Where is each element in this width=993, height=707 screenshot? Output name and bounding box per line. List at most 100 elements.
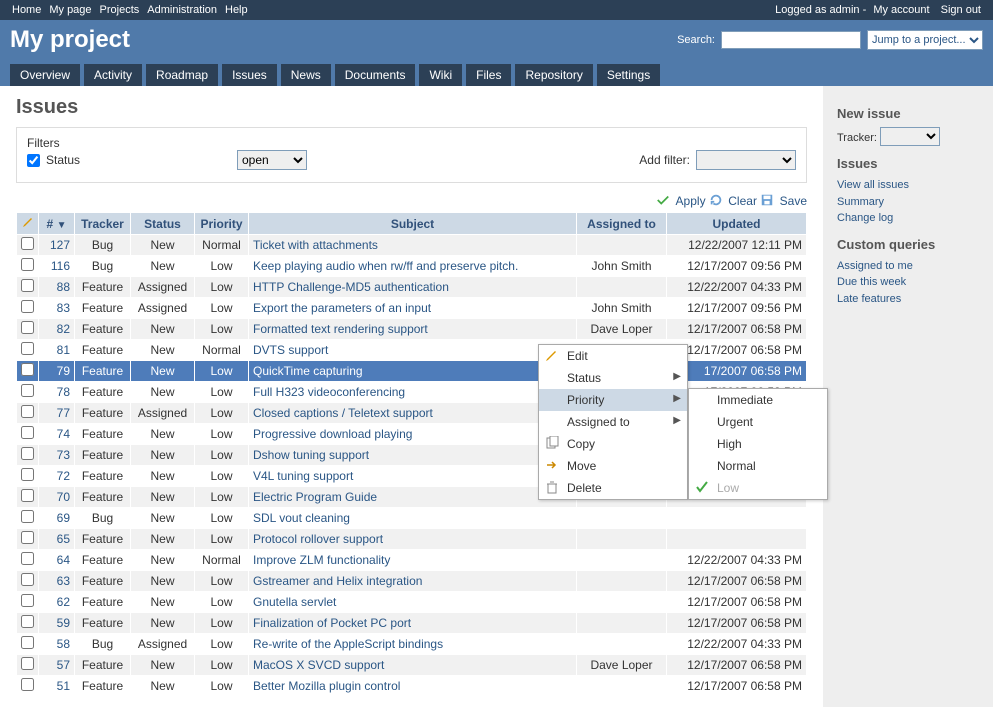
table-row[interactable]: 79FeatureNewLowQuickTime capturing17/200… bbox=[17, 361, 807, 382]
row-checkbox[interactable] bbox=[21, 615, 34, 628]
tab-files[interactable]: Files bbox=[466, 64, 511, 86]
ctx-edit[interactable]: Edit bbox=[539, 345, 687, 367]
issue-id-link[interactable]: 77 bbox=[57, 406, 70, 420]
ctx-move[interactable]: Move bbox=[539, 455, 687, 477]
ctx-priority[interactable]: Priority▶ bbox=[539, 389, 687, 411]
issue-id-link[interactable]: 88 bbox=[57, 280, 70, 294]
issue-subject-link[interactable]: HTTP Challenge-MD5 authentication bbox=[253, 280, 449, 294]
issue-id-link[interactable]: 51 bbox=[57, 679, 70, 693]
row-checkbox[interactable] bbox=[21, 573, 34, 586]
table-row[interactable]: 82FeatureNewLowFormatted text rendering … bbox=[17, 319, 807, 340]
row-checkbox[interactable] bbox=[21, 384, 34, 397]
table-row[interactable]: 81FeatureNewNormalDVTS support12/17/2007… bbox=[17, 340, 807, 361]
table-row[interactable]: 127BugNewNormalTicket with attachments12… bbox=[17, 235, 807, 256]
priority-option-urgent[interactable]: Urgent bbox=[689, 411, 827, 433]
ctx-status[interactable]: Status▶ bbox=[539, 367, 687, 389]
issue-subject-link[interactable]: Closed captions / Teletext support bbox=[253, 406, 433, 420]
row-checkbox[interactable] bbox=[21, 594, 34, 607]
top-nav-help[interactable]: Help bbox=[221, 4, 252, 16]
apply-link[interactable]: Apply bbox=[676, 194, 706, 208]
row-checkbox[interactable] bbox=[21, 489, 34, 502]
row-checkbox[interactable] bbox=[21, 636, 34, 649]
table-row[interactable]: 64FeatureNewNormalImprove ZLM functional… bbox=[17, 550, 807, 571]
issue-subject-link[interactable]: Re-write of the AppleScript bindings bbox=[253, 637, 443, 651]
col-tracker[interactable]: Tracker bbox=[75, 213, 131, 235]
issue-id-link[interactable]: 65 bbox=[57, 532, 70, 546]
issue-subject-link[interactable]: Formatted text rendering support bbox=[253, 322, 428, 336]
issue-subject-link[interactable]: Better Mozilla plugin control bbox=[253, 679, 400, 693]
issue-subject-link[interactable]: Finalization of Pocket PC port bbox=[253, 616, 411, 630]
ctx-delete[interactable]: Delete bbox=[539, 477, 687, 499]
issue-subject-link[interactable]: Improve ZLM functionality bbox=[253, 553, 390, 567]
table-row[interactable]: 69BugNewLowSDL vout cleaning bbox=[17, 508, 807, 529]
table-row[interactable]: 62FeatureNewLowGnutella servlet12/17/200… bbox=[17, 592, 807, 613]
row-checkbox[interactable] bbox=[21, 510, 34, 523]
priority-option-normal[interactable]: Normal bbox=[689, 455, 827, 477]
issue-subject-link[interactable]: Keep playing audio when rw/ff and preser… bbox=[253, 259, 518, 273]
issue-subject-link[interactable]: Gstreamer and Helix integration bbox=[253, 574, 422, 588]
top-nav-projects[interactable]: Projects bbox=[96, 4, 144, 16]
table-row[interactable]: 59FeatureNewLowFinalization of Pocket PC… bbox=[17, 613, 807, 634]
table-row[interactable]: 51FeatureNewLowBetter Mozilla plugin con… bbox=[17, 676, 807, 697]
issue-id-link[interactable]: 64 bbox=[57, 553, 70, 567]
col-id[interactable]: # ▼ bbox=[39, 213, 75, 235]
filter-status-checkbox[interactable] bbox=[27, 154, 40, 167]
issue-subject-link[interactable]: Protocol rollover support bbox=[253, 532, 383, 546]
sidebar-link-view-all-issues[interactable]: View all issues bbox=[837, 177, 979, 194]
table-row[interactable]: 63FeatureNewLowGstreamer and Helix integ… bbox=[17, 571, 807, 592]
issue-subject-link[interactable]: Ticket with attachments bbox=[253, 238, 378, 252]
tab-settings[interactable]: Settings bbox=[597, 64, 660, 86]
ctx-copy[interactable]: Copy bbox=[539, 433, 687, 455]
add-filter-select[interactable] bbox=[696, 150, 796, 170]
issue-id-link[interactable]: 72 bbox=[57, 469, 70, 483]
issue-id-link[interactable]: 78 bbox=[57, 385, 70, 399]
tab-overview[interactable]: Overview bbox=[10, 64, 80, 86]
tab-repository[interactable]: Repository bbox=[515, 64, 592, 86]
row-checkbox[interactable] bbox=[21, 279, 34, 292]
tab-issues[interactable]: Issues bbox=[222, 64, 277, 86]
row-checkbox[interactable] bbox=[21, 447, 34, 460]
issue-id-link[interactable]: 79 bbox=[57, 364, 70, 378]
issue-id-link[interactable]: 69 bbox=[57, 511, 70, 525]
col-checkbox[interactable] bbox=[17, 213, 39, 235]
row-checkbox[interactable] bbox=[21, 657, 34, 670]
issue-subject-link[interactable]: Electric Program Guide bbox=[253, 490, 377, 504]
row-checkbox[interactable] bbox=[21, 468, 34, 481]
top-nav-my-page[interactable]: My page bbox=[45, 4, 95, 16]
tab-wiki[interactable]: Wiki bbox=[419, 64, 462, 86]
row-checkbox[interactable] bbox=[21, 531, 34, 544]
issue-id-link[interactable]: 70 bbox=[57, 490, 70, 504]
issue-subject-link[interactable]: DVTS support bbox=[253, 343, 328, 357]
issue-id-link[interactable]: 83 bbox=[57, 301, 70, 315]
issue-id-link[interactable]: 58 bbox=[57, 637, 70, 651]
tab-roadmap[interactable]: Roadmap bbox=[146, 64, 218, 86]
ctx-assigned-to[interactable]: Assigned to▶ bbox=[539, 411, 687, 433]
row-checkbox[interactable] bbox=[21, 237, 34, 250]
issue-subject-link[interactable]: SDL vout cleaning bbox=[253, 511, 350, 525]
table-row[interactable]: 83FeatureAssignedLowExport the parameter… bbox=[17, 298, 807, 319]
table-row[interactable]: 57FeatureNewLowMacOS X SVCD supportDave … bbox=[17, 655, 807, 676]
row-checkbox[interactable] bbox=[21, 321, 34, 334]
issue-subject-link[interactable]: V4L tuning support bbox=[253, 469, 353, 483]
col-priority[interactable]: Priority bbox=[195, 213, 249, 235]
jump-to-project[interactable]: Jump to a project... bbox=[867, 30, 983, 50]
issue-id-link[interactable]: 73 bbox=[57, 448, 70, 462]
issue-id-link[interactable]: 81 bbox=[57, 343, 70, 357]
search-input[interactable] bbox=[721, 31, 861, 49]
issue-id-link[interactable]: 59 bbox=[57, 616, 70, 630]
row-checkbox[interactable] bbox=[21, 258, 34, 271]
col-assigned[interactable]: Assigned to bbox=[577, 213, 667, 235]
priority-option-immediate[interactable]: Immediate bbox=[689, 389, 827, 411]
issue-id-link[interactable]: 82 bbox=[57, 322, 70, 336]
row-checkbox[interactable] bbox=[21, 342, 34, 355]
issue-id-link[interactable]: 74 bbox=[57, 427, 70, 441]
sidebar-link-due-this-week[interactable]: Due this week bbox=[837, 274, 979, 291]
tab-news[interactable]: News bbox=[281, 64, 331, 86]
table-row[interactable]: 88FeatureAssignedLowHTTP Challenge-MD5 a… bbox=[17, 277, 807, 298]
issue-subject-link[interactable]: Full H323 videoconferencing bbox=[253, 385, 405, 399]
filter-status-op[interactable]: open bbox=[237, 150, 307, 170]
issue-subject-link[interactable]: QuickTime capturing bbox=[253, 364, 363, 378]
issue-subject-link[interactable]: Dshow tuning support bbox=[253, 448, 369, 462]
row-checkbox[interactable] bbox=[21, 678, 34, 691]
issue-subject-link[interactable]: Export the parameters of an input bbox=[253, 301, 431, 315]
